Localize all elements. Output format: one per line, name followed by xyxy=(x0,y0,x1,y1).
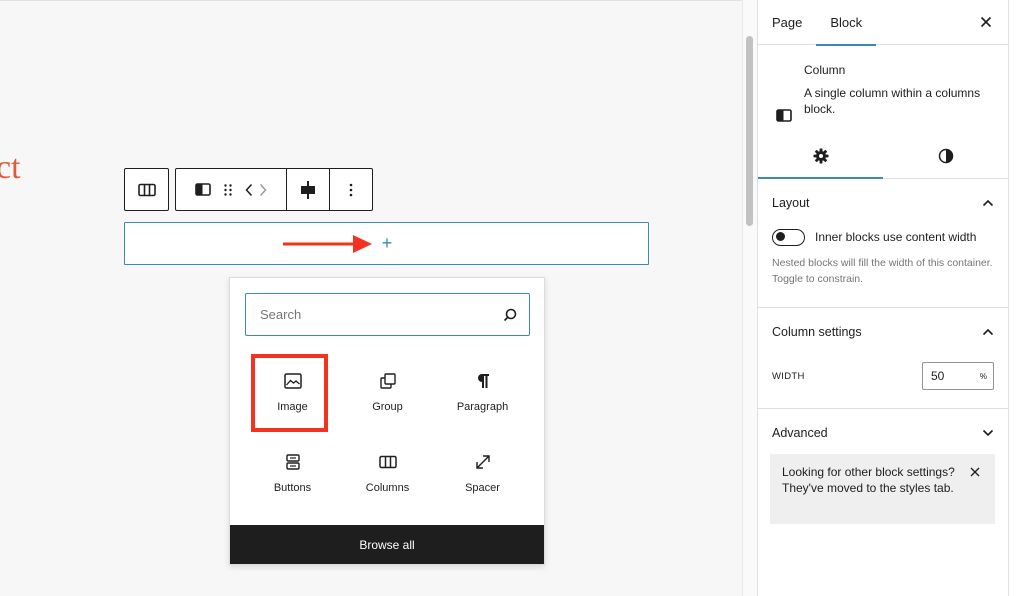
tab-settings[interactable] xyxy=(758,134,883,179)
block-item-paragraph[interactable]: Paragraph xyxy=(435,353,530,434)
drag-handle-icon[interactable] xyxy=(223,183,233,197)
block-search-field[interactable] xyxy=(245,293,530,336)
toggle-help-text: Nested blocks will fill the width of thi… xyxy=(772,257,993,285)
quick-inserter-popover: Image Group Paragraph xyxy=(229,277,545,565)
spacer-icon xyxy=(475,455,490,469)
block-card-description: A single column within a columns block. xyxy=(804,86,981,116)
group-icon xyxy=(379,373,396,389)
paragraph-icon xyxy=(477,374,489,388)
block-card-title: Column xyxy=(804,63,846,77)
panel-title: Layout xyxy=(772,196,810,210)
buttons-icon xyxy=(285,454,300,470)
layout-panel: Layout Inner blocks use content width Ne… xyxy=(758,179,1008,308)
content-width-toggle-row: Inner blocks use content width xyxy=(758,227,1008,247)
block-item-label: Group xyxy=(372,401,403,413)
close-icon[interactable] xyxy=(970,467,980,477)
width-label: WIDTH xyxy=(772,370,805,382)
width-row: WIDTH 50 % xyxy=(758,356,1008,408)
block-item-columns[interactable]: Columns xyxy=(340,434,435,515)
panel-title: Column settings xyxy=(772,325,862,339)
width-input[interactable]: 50 % xyxy=(922,362,994,390)
advanced-panel-toggle[interactable]: Advanced xyxy=(758,409,1008,457)
column-settings-panel-toggle[interactable]: Column settings xyxy=(758,308,1008,356)
chevron-up-icon xyxy=(982,328,994,336)
select-parent-columns-button[interactable] xyxy=(124,168,169,211)
move-controls xyxy=(245,183,267,197)
chevron-up-icon xyxy=(982,199,994,207)
sidebar-sub-tabs xyxy=(758,134,1008,179)
annotation-arrow-icon xyxy=(283,235,372,253)
block-item-label: Spacer xyxy=(465,482,500,494)
move-left-icon[interactable] xyxy=(245,183,253,197)
block-item-image[interactable]: Image xyxy=(245,353,340,434)
block-toolbar xyxy=(175,168,373,211)
sidebar-tabs: Page Block xyxy=(758,0,1008,46)
column-settings-panel: Column settings WIDTH 50 % xyxy=(758,308,1008,409)
block-item-label: Columns xyxy=(365,482,410,494)
columns-icon xyxy=(137,183,156,196)
advanced-panel: Advanced xyxy=(758,409,1008,457)
block-item-spacer[interactable]: Spacer xyxy=(435,434,530,515)
width-unit[interactable]: % xyxy=(980,372,987,381)
block-item-buttons[interactable]: Buttons xyxy=(245,434,340,515)
width-value[interactable]: 50 xyxy=(931,369,944,383)
more-options-button[interactable] xyxy=(330,169,372,210)
add-block-plus-icon[interactable]: + xyxy=(378,233,396,253)
search-icon xyxy=(503,308,517,321)
layout-panel-toggle[interactable]: Layout xyxy=(758,179,1008,227)
settings-icon xyxy=(813,148,828,164)
tab-styles[interactable] xyxy=(883,134,1008,178)
content-width-toggle[interactable] xyxy=(772,228,805,246)
toggle-label: Inner blocks use content width xyxy=(815,230,977,244)
close-icon[interactable] xyxy=(978,14,994,30)
block-item-label: Paragraph xyxy=(456,401,509,413)
annotation-highlight-box xyxy=(251,354,328,432)
block-search-input[interactable] xyxy=(260,307,503,322)
block-list: Image Group Paragraph Buttons Columns Sp… xyxy=(245,353,530,515)
canvas-scrollbar-thumb[interactable] xyxy=(746,36,753,226)
justify-center-icon xyxy=(301,180,315,199)
toolbar-block-controls xyxy=(176,169,286,210)
styles-icon xyxy=(938,148,953,164)
chevron-down-icon xyxy=(982,429,994,437)
heading-text-fragment[interactable]: ct xyxy=(0,149,21,187)
block-item-group[interactable]: Group xyxy=(340,353,435,434)
tab-block[interactable]: Block xyxy=(816,0,876,46)
editor-canvas: ct + Search Image Group Paragraph Button… xyxy=(0,0,742,596)
block-item-label: Buttons xyxy=(273,482,312,494)
tab-page[interactable]: Page xyxy=(758,0,816,45)
move-right-icon[interactable] xyxy=(259,183,267,197)
more-options-icon xyxy=(349,183,353,196)
column-icon[interactable] xyxy=(195,183,211,196)
columns-icon xyxy=(378,455,397,469)
notice-text: Looking for other block settings? They'v… xyxy=(782,465,955,495)
panel-title: Advanced xyxy=(772,426,828,440)
column-icon xyxy=(776,109,792,122)
window-edge xyxy=(1009,0,1024,596)
styles-moved-notice: Looking for other block settings? They'v… xyxy=(770,454,995,524)
browse-all-button[interactable]: Browse all xyxy=(230,525,544,564)
justify-center-button[interactable] xyxy=(286,169,330,210)
